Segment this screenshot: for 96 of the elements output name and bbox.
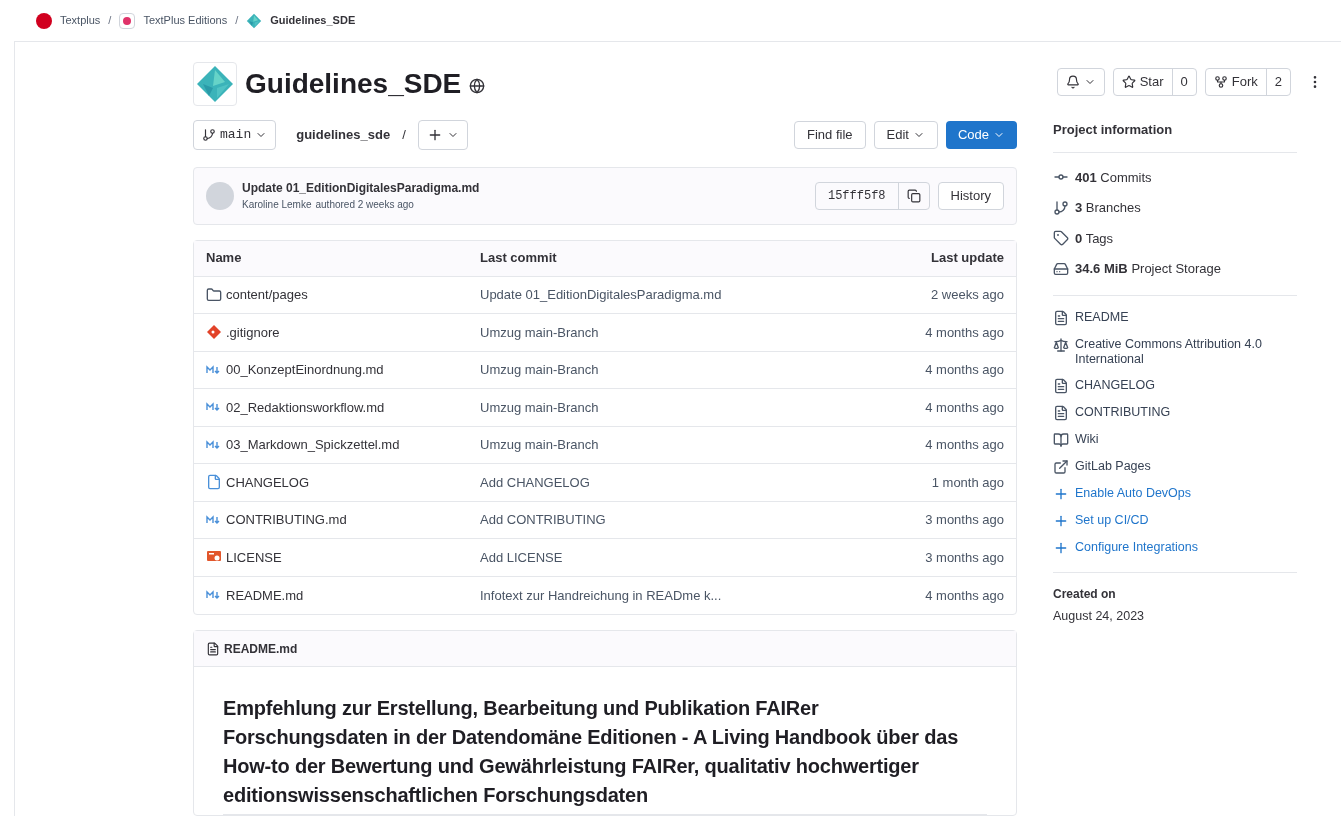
update-time: 3 months ago [924,548,1004,567]
created-label: Created on [1053,585,1117,603]
update-time: 1 month ago [930,473,1004,492]
project-link[interactable]: CHANGELOG [1053,377,1297,394]
group-avatar-icon [36,12,52,29]
user-avatar [206,181,234,210]
star-icon [1121,75,1136,89]
document-icon [1053,377,1069,394]
branch-dropdown[interactable]: main [193,119,277,150]
commit-link[interactable]: Umzug main-Branch [480,322,804,342]
branch-icon [202,127,216,142]
project-stat-link[interactable]: 34.6 MiB Project Storage [1053,259,1297,279]
file-link[interactable]: CHANGELOG [206,472,480,492]
update-time: 4 months ago [924,361,1004,379]
tag-icon [1053,230,1069,247]
author-link[interactable]: Karoline Lemke [242,197,312,213]
file-link[interactable]: LICENSE [206,547,480,567]
star-count[interactable]: 0 [1172,69,1196,95]
column-header: Last commit [480,249,558,268]
update-time: 3 months ago [924,511,1004,529]
markdown-icon [206,363,222,376]
history-button[interactable]: History [937,181,1004,210]
project-link[interactable]: Enable Auto DevOps [1053,485,1297,502]
commit-sha: 15fff5f8 [815,182,899,209]
file-link[interactable]: .gitignore [206,322,480,342]
project-link[interactable]: README [1053,309,1297,326]
file-link[interactable]: content/pages [206,285,480,305]
file-link[interactable]: 03_Markdown_Spickzettel.md [206,435,480,455]
git-icon [206,324,222,341]
path-separator: / [402,126,406,144]
commit-link[interactable]: Update 01_EditionDigitalesParadigma.md [480,285,804,305]
commit-link[interactable]: Add LICENSE [480,547,804,567]
document-icon [206,641,220,656]
created-date: August 24, 2023 [1053,607,1146,625]
project-link[interactable]: Wiki [1053,431,1297,448]
commit-link[interactable]: Umzug main-Branch [480,435,804,455]
commit-meta: authored 2 weeks ago [315,198,414,213]
markdown-icon [206,513,222,526]
external-link-icon [1053,458,1069,475]
project-link[interactable]: GitLab Pages [1053,458,1297,475]
project-stat-link[interactable]: 401 Commits [1053,167,1297,187]
add-dropdown[interactable] [417,119,468,150]
project-link[interactable]: Creative Commons Attribution 4.0 International [1053,336,1297,367]
group-avatar-icon [119,12,136,29]
sidebar-title: Project information [1053,120,1297,153]
bell-icon [1065,75,1080,89]
document-icon [1053,309,1069,326]
project-link[interactable]: Configure Integrations [1053,539,1297,556]
notification-dropdown[interactable] [1056,68,1105,96]
breadcrumb-link[interactable]: Textplus [60,12,101,29]
commit-link[interactable]: Add CONTRIBUTING [480,510,804,530]
book-icon [1053,431,1069,448]
fork-count[interactable]: 2 [1266,69,1290,95]
branch-icon [1053,199,1069,216]
update-time: 4 months ago [924,586,1004,605]
code-dropdown[interactable]: Code [945,120,1017,149]
column-header: Name [206,249,243,268]
commit-link[interactable]: Umzug main-Branch [480,360,804,380]
file-link[interactable]: README.md [206,585,480,605]
project-stat-link[interactable]: 0 Tags [1053,228,1297,248]
fork-icon [1213,75,1228,89]
update-time: 4 months ago [924,323,1004,342]
readme-heading: Empfehlung zur Erstellung, Bearbeitung und Publikation FAIRer Forschungsdaten in der Datendomäne Editionen - A Living Handbook über das How-to der Bewertung und Gewährleistung FAIRer, qualitativ hochwertiger editionswissenschaftlichen Forschungsdaten [223,694,987,815]
commit-link[interactable]: Umzug main-Branch [480,397,804,417]
repository-path-link[interactable]: guidelines_sde [296,125,391,145]
fork-button[interactable]: Fork [1205,69,1267,95]
file-icon [206,474,222,491]
column-header: Last update [930,249,1004,268]
update-time: 4 months ago [924,436,1004,454]
star-button[interactable]: Star [1113,69,1173,95]
project-stat-link[interactable]: 3 Branches [1053,198,1297,218]
readme-filename: README.md [224,640,298,658]
update-time: 2 weeks ago [930,286,1004,304]
edit-dropdown[interactable]: Edit [873,120,938,149]
copy-icon [906,188,921,203]
project-link[interactable]: Set up CI/CD [1053,512,1297,529]
scale-icon [1053,336,1069,353]
commit-message-link[interactable]: Update 01_EditionDigitalesParadigma.md [242,179,480,198]
folder-icon [206,286,222,303]
document-icon [1053,404,1069,421]
project-link[interactable]: CONTRIBUTING [1053,404,1297,421]
storage-icon [1053,260,1069,277]
project-avatar-icon [246,12,263,29]
breadcrumb-link[interactable]: TextPlus Editions [143,12,228,29]
breadcrumb-separator: / [108,13,112,29]
file-link[interactable]: CONTRIBUTING.md [206,510,480,530]
file-link[interactable]: 02_Redaktionsworkflow.md [206,397,480,417]
commit-link[interactable]: Infotext zur Handreichung in READme k... [480,585,804,605]
breadcrumb-link[interactable]: Guidelines_SDE [270,12,356,29]
commit-link[interactable]: Add CHANGELOG [480,472,804,492]
breadcrumb-separator: / [235,13,239,29]
update-time: 4 months ago [924,398,1004,417]
project-title: Guidelines_SDE [245,66,462,101]
find-file-button[interactable]: Find file [794,120,866,149]
markdown-icon [206,438,222,451]
file-link[interactable]: 00_KonzeptEinordnung.md [206,360,480,380]
